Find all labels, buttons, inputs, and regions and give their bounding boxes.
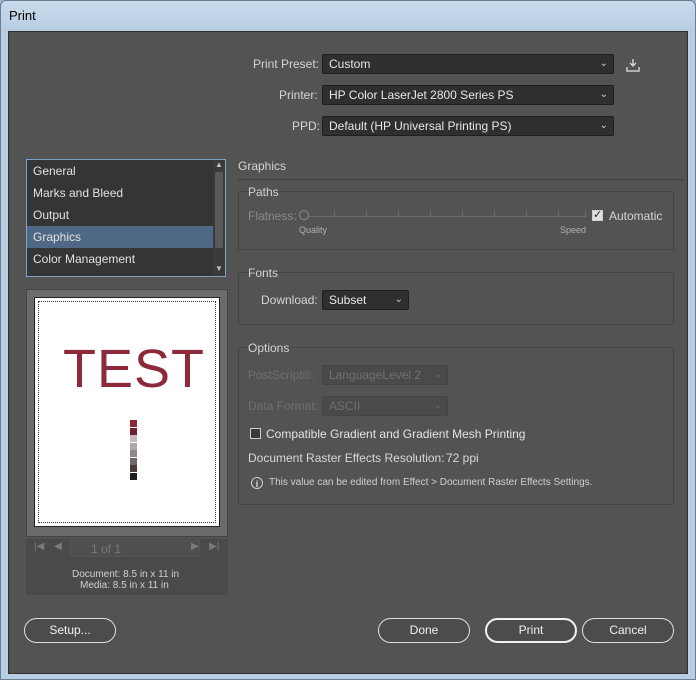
fonts-title: Fonts: [248, 266, 279, 280]
first-page-icon[interactable]: |◀: [34, 541, 44, 552]
color-swatch: [130, 435, 137, 442]
prev-page-icon[interactable]: ◀: [54, 541, 62, 552]
compatible-gradient-label: Compatible Gradient and Gradient Mesh Pr…: [266, 427, 526, 441]
postscript-dropdown[interactable]: LanguageLevel 2 ⌄: [322, 365, 448, 385]
sidebar-item-general[interactable]: General: [27, 160, 225, 182]
preview-page: TEST: [34, 297, 220, 527]
sidebar-item-marks-and-bleed[interactable]: Marks and Bleed: [27, 182, 225, 204]
options-title: Options: [248, 341, 290, 355]
panel-divider: [238, 179, 683, 180]
postscript-value: LanguageLevel 2: [329, 368, 422, 382]
paths-title: Paths: [248, 185, 279, 199]
chevron-down-icon: ⌄: [433, 369, 442, 380]
chevron-down-icon: ⌄: [599, 120, 608, 131]
color-swatch: [130, 472, 137, 480]
quality-label: Quality: [299, 225, 328, 235]
chevron-down-icon: ⌄: [599, 58, 608, 69]
sidebar-item-graphics[interactable]: Graphics: [27, 226, 225, 248]
automatic-checkbox[interactable]: [592, 208, 603, 221]
document-size: Document: 8.5 in x 11 in: [72, 569, 180, 580]
chevron-down-icon: ⌄: [599, 89, 608, 100]
slider-tick: [366, 211, 367, 216]
print-preview[interactable]: TEST: [26, 289, 228, 537]
postscript-label: PostScript®:: [248, 368, 315, 382]
scroll-up-icon[interactable]: ▲: [213, 160, 225, 169]
chevron-down-icon: ⌄: [433, 400, 442, 411]
scrollbar-thumb[interactable]: [215, 172, 223, 248]
print-preset-dropdown[interactable]: Custom ⌄: [322, 54, 614, 74]
color-swatch: [130, 450, 137, 457]
speed-label: Speed: [560, 225, 587, 235]
ppd-dropdown[interactable]: Default (HP Universal Printing PS) ⌄: [322, 116, 614, 136]
print-button[interactable]: Print: [485, 618, 577, 643]
sidebar-item-output[interactable]: Output: [27, 204, 225, 226]
printer-label: Printer:: [279, 88, 318, 102]
slider-tick: [526, 211, 527, 216]
slider-tick: [585, 211, 586, 216]
save-preset-icon[interactable]: [625, 57, 641, 73]
color-swatch: [130, 457, 137, 465]
flatness-label: Flatness:: [248, 209, 297, 223]
download-label: Download:: [261, 293, 318, 307]
print-preset-label: Print Preset:: [253, 57, 320, 71]
title-bar: Print: [1, 1, 695, 31]
font-download-value: Subset: [329, 293, 367, 307]
category-list: General Marks and Bleed Output Graphics …: [26, 159, 226, 277]
raster-resolution-value: 72 ppi: [446, 451, 479, 465]
compatible-gradient-checkbox[interactable]: [250, 428, 261, 439]
printer-dropdown[interactable]: HP Color LaserJet 2800 Series PS ⌄: [322, 85, 614, 105]
cancel-button[interactable]: Cancel: [582, 618, 674, 643]
imageable-area: [38, 301, 216, 523]
data-format-dropdown[interactable]: ASCII ⌄: [322, 396, 448, 416]
color-swatch: [130, 420, 137, 427]
dialog-title: Print: [9, 8, 36, 23]
color-swatch: [130, 427, 137, 435]
panel-title: Graphics: [238, 159, 287, 173]
dialog-body: Print Preset: Custom ⌄ Printer: HP Color…: [8, 31, 688, 674]
printer-value: HP Color LaserJet 2800 Series PS: [329, 88, 514, 102]
color-swatch: [130, 442, 137, 450]
media-size: Media: 8.5 in x 11 in: [80, 580, 169, 591]
slider-tick: [334, 211, 335, 216]
slider-tick: [430, 211, 431, 216]
document-info: Document: 8.5 in x 11 in Media: 8.5 in x…: [26, 559, 228, 595]
flatness-slider-knob[interactable]: [299, 210, 309, 220]
ppd-value: Default (HP Universal Printing PS): [329, 119, 512, 133]
last-page-icon[interactable]: ▶|: [209, 541, 219, 552]
slider-tick: [558, 211, 559, 216]
slider-tick: [398, 211, 399, 216]
font-download-dropdown[interactable]: Subset ⌄: [322, 290, 409, 310]
sidebar-item-color-management[interactable]: Color Management: [27, 248, 225, 270]
list-scrollbar[interactable]: ▲ ▼: [213, 160, 225, 276]
print-dialog: Print Print Preset: Custom ⌄ Printer: HP…: [0, 0, 696, 680]
data-format-value: ASCII: [329, 399, 361, 413]
done-button[interactable]: Done: [378, 618, 470, 643]
color-swatch: [130, 465, 137, 472]
data-format-label: Data Format:: [248, 399, 319, 413]
print-preset-value: Custom: [329, 57, 371, 71]
ppd-label: PPD:: [292, 119, 321, 133]
info-icon: i: [251, 477, 263, 489]
preview-sample-text: TEST: [63, 339, 206, 399]
raster-info-text: This value can be edited from Effect > D…: [269, 477, 593, 488]
page-navigator: |◀ ◀ 1 of 1 ▶ ▶|: [26, 539, 228, 559]
chevron-down-icon: ⌄: [394, 294, 403, 305]
flatness-slider-track: [305, 216, 586, 217]
automatic-label: Automatic: [609, 209, 663, 223]
raster-resolution-label: Document Raster Effects Resolution:: [248, 451, 445, 465]
setup-button[interactable]: Setup...: [24, 618, 116, 643]
scroll-down-icon[interactable]: ▼: [213, 264, 225, 273]
next-page-icon[interactable]: ▶: [191, 541, 199, 552]
slider-tick: [462, 211, 463, 216]
page-number-field[interactable]: 1 of 1: [70, 540, 200, 557]
slider-tick: [494, 211, 495, 216]
